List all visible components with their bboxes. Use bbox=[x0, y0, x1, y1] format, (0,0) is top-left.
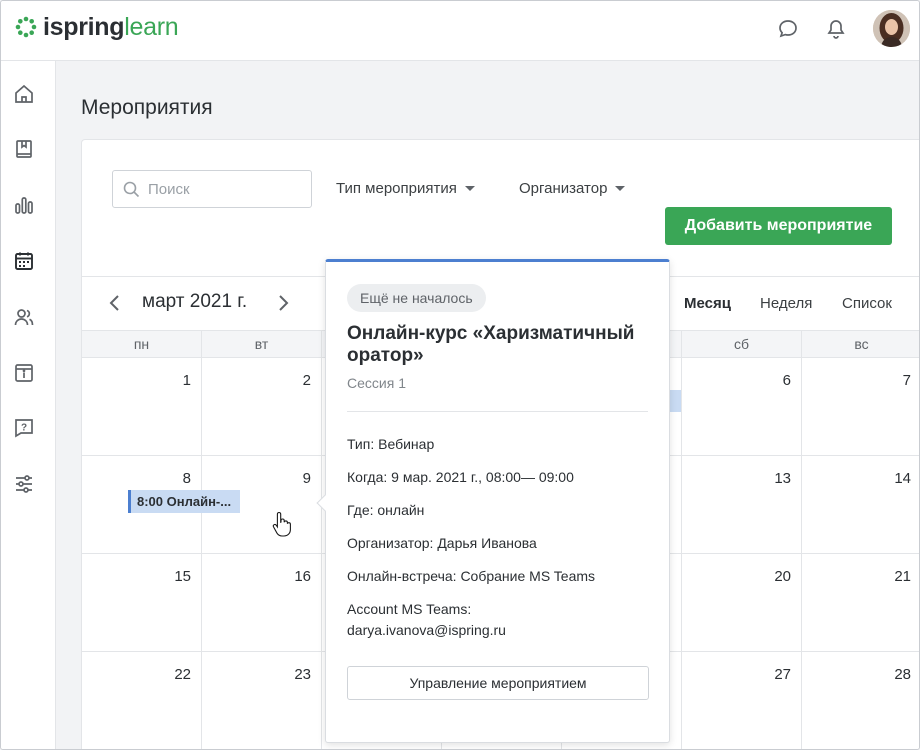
add-event-button[interactable]: Добавить мероприятие bbox=[665, 207, 892, 245]
day-cell[interactable]: 28 bbox=[802, 652, 919, 749]
app-window: ispringlearn ? Мероприятия Поиск Тип мер… bbox=[0, 0, 920, 750]
tab-list[interactable]: Список bbox=[842, 295, 892, 312]
chevron-down-icon bbox=[615, 186, 626, 191]
sidebar-item-users[interactable] bbox=[11, 304, 37, 330]
prev-month-button[interactable] bbox=[104, 293, 124, 313]
event-type-filter-label: Тип мероприятия bbox=[336, 180, 457, 197]
divider bbox=[347, 411, 648, 412]
event-details-popover: Ещё не началось Онлайн-курс «Харизматичн… bbox=[316, 259, 670, 743]
day-cell[interactable]: 13 bbox=[682, 456, 802, 553]
event-type: Тип: Вебинар bbox=[347, 436, 435, 452]
users-icon bbox=[14, 309, 34, 326]
logo-icon bbox=[15, 16, 37, 38]
day-cell[interactable]: 21 bbox=[802, 554, 919, 651]
day-cell[interactable]: 14 bbox=[802, 456, 919, 553]
organizer-filter-label: Организатор bbox=[519, 180, 608, 197]
day-cell[interactable]: 2 bbox=[202, 358, 322, 455]
day-number: 8 bbox=[182, 470, 191, 487]
logo-wordmark: ispringlearn bbox=[43, 13, 179, 41]
search-icon bbox=[123, 181, 140, 197]
day-number: 27 bbox=[774, 666, 791, 683]
organizer-filter[interactable]: Организатор bbox=[519, 180, 626, 197]
day-number: 22 bbox=[174, 666, 191, 683]
status-badge: Ещё не началось bbox=[347, 284, 486, 312]
chevron-down-icon bbox=[464, 186, 475, 191]
day-number: 13 bbox=[774, 470, 791, 487]
avatar-portrait-icon bbox=[873, 10, 910, 47]
day-cell[interactable]: 16 bbox=[202, 554, 322, 651]
event-where: Где: онлайн bbox=[347, 502, 425, 518]
day-number: 2 bbox=[302, 372, 311, 389]
chevron-right-icon bbox=[279, 295, 289, 311]
chat-icon[interactable] bbox=[776, 17, 800, 41]
user-avatar[interactable] bbox=[873, 10, 910, 47]
day-cell[interactable]: 7 bbox=[802, 358, 919, 455]
sidebar-item-info[interactable] bbox=[11, 360, 37, 386]
bell-icon[interactable] bbox=[824, 17, 848, 41]
sidebar-item-courses[interactable] bbox=[11, 136, 37, 162]
weekday-sat: сб bbox=[682, 331, 802, 358]
page-title: Мероприятия bbox=[81, 96, 213, 119]
svg-text:?: ? bbox=[21, 423, 27, 434]
sidebar-item-home[interactable] bbox=[11, 81, 37, 107]
event-when: Когда: 9 мар. 2021 г., 08:00— 09:00 bbox=[347, 469, 574, 485]
top-header: ispringlearn bbox=[1, 1, 919, 61]
event-title: Онлайн-курс «Харизматичный оратор» bbox=[347, 323, 635, 366]
manage-event-button[interactable]: Управление мероприятием bbox=[347, 666, 649, 700]
day-cell[interactable]: 20 bbox=[682, 554, 802, 651]
day-cell[interactable]: 27 bbox=[682, 652, 802, 749]
logo-word-ispring: ispring bbox=[43, 13, 125, 41]
calendar-event-chip[interactable]: 8:00 Онлайн-... bbox=[128, 490, 240, 513]
day-number: 28 bbox=[894, 666, 911, 683]
question-bubble-icon: ? bbox=[15, 419, 33, 438]
sidebar-nav: ? bbox=[1, 61, 56, 749]
tab-week[interactable]: Неделя bbox=[760, 295, 812, 312]
day-number: 15 bbox=[174, 568, 191, 585]
day-number: 1 bbox=[182, 372, 191, 389]
day-number: 9 bbox=[302, 470, 311, 487]
tab-month[interactable]: Месяц bbox=[684, 295, 731, 312]
day-number: 14 bbox=[894, 470, 911, 487]
day-cell[interactable]: 23 bbox=[202, 652, 322, 749]
day-number: 7 bbox=[902, 372, 911, 389]
chevron-left-icon bbox=[109, 295, 119, 311]
day-cell[interactable]: 15 bbox=[82, 554, 202, 651]
day-cell[interactable]: 1 bbox=[82, 358, 202, 455]
sidebar-item-help[interactable]: ? bbox=[11, 415, 37, 441]
day-cell[interactable]: 6 bbox=[682, 358, 802, 455]
month-label: март 2021 г. bbox=[142, 291, 248, 312]
weekday-tue: вт bbox=[202, 331, 322, 358]
weekday-sun: вс bbox=[802, 331, 919, 358]
event-type-filter[interactable]: Тип мероприятия bbox=[336, 180, 475, 197]
sidebar-item-settings[interactable] bbox=[11, 471, 37, 497]
day-number: 20 bbox=[774, 568, 791, 585]
event-organizer: Организатор: Дарья Иванова bbox=[347, 535, 537, 551]
home-icon bbox=[15, 84, 33, 103]
event-meeting: Онлайн-встреча: Собрание MS Teams bbox=[347, 568, 596, 584]
day-cell[interactable]: 22 bbox=[82, 652, 202, 749]
sidebar-item-reports[interactable] bbox=[11, 192, 37, 218]
event-account: Account MS Teams: darya.ivanova@ispring.… bbox=[347, 601, 506, 638]
day-number: 23 bbox=[294, 666, 311, 683]
day-number: 6 bbox=[782, 372, 791, 389]
search-box[interactable] bbox=[112, 170, 312, 208]
logo-word-learn: learn bbox=[124, 13, 179, 41]
sliders-icon bbox=[16, 475, 32, 493]
info-board-icon bbox=[15, 364, 33, 382]
weekday-mon: пн bbox=[82, 331, 202, 358]
ispring-learn-logo[interactable]: ispringlearn bbox=[15, 13, 179, 41]
calendar-icon bbox=[15, 252, 33, 270]
day-number: 16 bbox=[294, 568, 311, 585]
day-number: 21 bbox=[894, 568, 911, 585]
search-input[interactable] bbox=[148, 180, 298, 198]
event-session: Сессия 1 bbox=[347, 375, 406, 391]
hand-cursor-icon bbox=[272, 511, 291, 537]
next-month-button[interactable] bbox=[274, 293, 294, 313]
bar-chart-icon bbox=[15, 197, 33, 214]
book-icon bbox=[16, 140, 32, 158]
sidebar-item-calendar[interactable] bbox=[11, 248, 37, 274]
